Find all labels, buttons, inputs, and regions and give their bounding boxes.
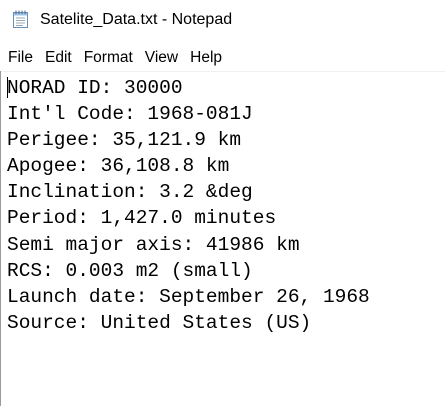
text-line: Int'l Code: 1968-081J (7, 103, 253, 126)
notepad-icon (13, 10, 28, 28)
text-line: Source: United States (US) (7, 311, 312, 334)
window-title: Satelite_Data.txt - Notepad (40, 11, 233, 28)
menu-bar: File Edit Format View Help (0, 46, 228, 70)
text-line: Semi major axis: 41986 km (7, 233, 300, 256)
text-line: Apogee: 36,108.8 km (7, 155, 230, 178)
menu-edit[interactable]: Edit (39, 47, 78, 69)
notepad-window: Satelite_Data.txt - Notepad File Edit Fo… (0, 0, 445, 406)
text-line: Launch date: September 26, 1968 (7, 285, 370, 308)
text-line: Perigee: 35,121.9 km (7, 129, 242, 152)
text-line: NORAD ID: 30000 (7, 77, 183, 99)
text-editor[interactable]: NORAD ID: 30000 Int'l Code: 1968-081J Pe… (0, 71, 445, 406)
text-caret (7, 77, 8, 98)
window-left-border (0, 71, 1, 406)
menu-file[interactable]: File (2, 47, 39, 69)
menu-format[interactable]: Format (78, 47, 139, 69)
text-line: Inclination: 3.2 &deg (7, 181, 253, 204)
text-line: RCS: 0.003 m2 (small) (7, 259, 253, 282)
menu-help[interactable]: Help (184, 47, 228, 69)
text-line: Period: 1,427.0 minutes (7, 207, 277, 230)
menu-view[interactable]: View (139, 47, 184, 69)
title-bar[interactable]: Satelite_Data.txt - Notepad (0, 0, 445, 40)
document-text[interactable]: NORAD ID: 30000 Int'l Code: 1968-081J Pe… (7, 75, 370, 336)
